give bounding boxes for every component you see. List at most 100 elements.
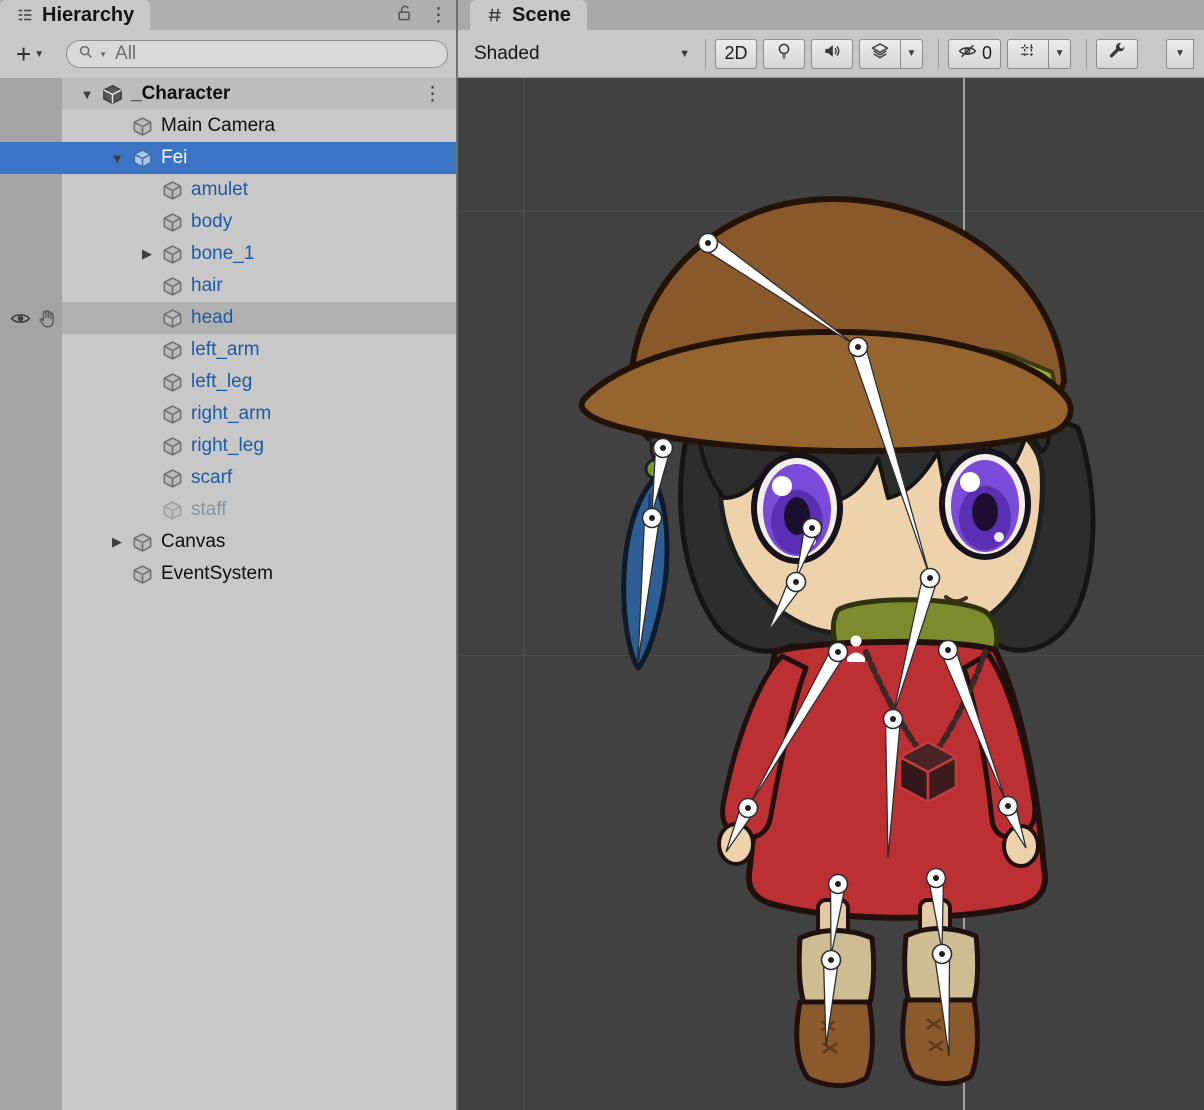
chevron-down-icon: ▼ — [679, 48, 690, 60]
scene-camera-dropdown[interactable]: ▼ — [1166, 39, 1194, 69]
hierarchy-item-scarf[interactable]: scarf — [0, 462, 456, 494]
hierarchy-item-right-arm[interactable]: right_arm — [0, 398, 456, 430]
hidden-count: 0 — [982, 43, 992, 64]
cube-icon — [160, 242, 184, 266]
scene-viewport[interactable] — [458, 78, 1204, 1110]
hierarchy-item-hair[interactable]: hair — [0, 270, 456, 302]
hierarchy-item-canvas[interactable]: ▶Canvas — [0, 526, 456, 558]
grid-visual-button[interactable] — [1007, 39, 1049, 69]
cube-icon — [160, 498, 184, 522]
item-label: amulet — [191, 179, 248, 201]
item-label: Main Camera — [161, 115, 275, 137]
bone-joint-center — [939, 951, 945, 957]
prefab-cube-icon — [130, 146, 154, 170]
hierarchy-item-amulet[interactable]: amulet — [0, 174, 456, 206]
visibility-gutter[interactable] — [0, 78, 62, 110]
hierarchy-item-right-leg[interactable]: right_leg — [0, 430, 456, 462]
tab-hierarchy[interactable]: Hierarchy — [0, 0, 150, 30]
cube-icon — [160, 370, 184, 394]
toolbar-divider — [1086, 39, 1087, 69]
lightbulb-icon — [774, 41, 794, 66]
grid-dropdown[interactable]: ▼ — [1049, 39, 1071, 69]
hierarchy-item-left-leg[interactable]: left_leg — [0, 366, 456, 398]
foldout-arrow-icon[interactable]: ▶ — [134, 246, 160, 262]
hierarchy-item-head[interactable]: head — [0, 302, 456, 334]
create-button[interactable]: + ▼ — [8, 39, 52, 69]
visibility-gutter[interactable] — [0, 302, 62, 334]
foldout-arrow-icon[interactable]: ▶ — [104, 534, 130, 550]
hierarchy-item-main-camera[interactable]: Main Camera — [0, 110, 456, 142]
item-label: scarf — [191, 467, 232, 489]
hierarchy-item-bone-1[interactable]: ▶ bone_1 — [0, 238, 456, 270]
hierarchy-item-eventsystem[interactable]: EventSystem — [0, 558, 456, 590]
search-placeholder: All — [115, 43, 136, 65]
item-menu-icon[interactable]: ⋮ — [423, 83, 442, 106]
visibility-gutter[interactable] — [0, 142, 62, 174]
visibility-gutter[interactable] — [0, 334, 62, 366]
bone-joint-center — [1005, 803, 1011, 809]
visibility-gutter[interactable] — [0, 174, 62, 206]
scene-effects-dropdown[interactable]: ▼ — [901, 39, 923, 69]
eye-icon[interactable] — [10, 308, 31, 329]
item-label: staff — [191, 499, 227, 521]
visibility-gutter[interactable] — [0, 430, 62, 462]
tab-scene[interactable]: Scene — [470, 0, 587, 30]
search-filter-chevron-icon[interactable]: ▼ — [99, 50, 107, 59]
grid-icon — [1018, 41, 1038, 66]
hierarchy-item-body[interactable]: body — [0, 206, 456, 238]
visibility-gutter[interactable] — [0, 558, 62, 590]
shading-mode-dropdown[interactable]: Shaded ▼ — [468, 39, 696, 69]
visibility-gutter[interactable] — [0, 398, 62, 430]
visibility-gutter[interactable] — [0, 526, 62, 558]
item-label: _Character — [131, 83, 230, 105]
foldout-arrow-icon[interactable]: ▼ — [104, 151, 130, 166]
scene-canvas[interactable] — [458, 78, 1204, 1110]
visibility-gutter[interactable] — [0, 238, 62, 270]
item-label: left_leg — [191, 371, 252, 393]
bone-joint-center — [745, 805, 751, 811]
hierarchy-menu-icon[interactable]: ⋮ — [429, 6, 448, 25]
search-input[interactable]: ▼ All — [66, 40, 448, 68]
hierarchy-item-fei[interactable]: ▼Fei — [0, 142, 456, 174]
item-label: head — [191, 307, 233, 329]
cube-icon — [160, 274, 184, 298]
scene-effects-button[interactable] — [859, 39, 901, 69]
hand-icon[interactable] — [36, 308, 57, 329]
scene-tabstrip: Scene — [458, 0, 1204, 30]
visibility-gutter[interactable] — [0, 206, 62, 238]
bone-joint-center — [927, 575, 933, 581]
left-eye — [751, 452, 843, 564]
visibility-gutter[interactable] — [0, 110, 62, 142]
2d-toggle-button[interactable]: 2D — [715, 39, 757, 69]
scene-tab-label: Scene — [512, 4, 571, 27]
hierarchy-item--character[interactable]: ▼ _Character ⋮ — [0, 78, 456, 110]
visibility-gutter[interactable] — [0, 270, 62, 302]
item-label: EventSystem — [161, 563, 273, 585]
scene-lighting-button[interactable] — [763, 39, 805, 69]
item-label: bone_1 — [191, 243, 254, 265]
visibility-gutter[interactable] — [0, 494, 62, 526]
2d-label: 2D — [724, 43, 747, 64]
bone-joint-center — [793, 579, 799, 585]
scene-audio-button[interactable] — [811, 39, 853, 69]
bone-joint-center — [835, 881, 841, 887]
item-label: body — [191, 211, 232, 233]
visibility-gutter[interactable] — [0, 462, 62, 494]
hierarchy-toolbar: + ▼ ▼ All — [0, 30, 456, 78]
hierarchy-item-staff[interactable]: staff — [0, 494, 456, 526]
bone-joint-center — [890, 716, 896, 722]
visibility-gutter[interactable] — [0, 366, 62, 398]
toolbar-divider — [938, 39, 939, 69]
right-eye — [939, 448, 1031, 560]
cube-icon — [130, 114, 154, 138]
scene-visibility-button[interactable]: 0 — [948, 39, 1001, 69]
bone-joint-center — [705, 240, 711, 246]
hierarchy-empty-area — [0, 590, 456, 1110]
bone-joint-center — [649, 515, 655, 521]
bone-joint-center — [828, 957, 834, 963]
scene-grid-icon — [486, 6, 504, 24]
hierarchy-item-left-arm[interactable]: left_arm — [0, 334, 456, 366]
lock-icon[interactable] — [395, 3, 415, 28]
scene-tools-button[interactable] — [1096, 39, 1138, 69]
foldout-arrow-icon[interactable]: ▼ — [74, 87, 100, 102]
